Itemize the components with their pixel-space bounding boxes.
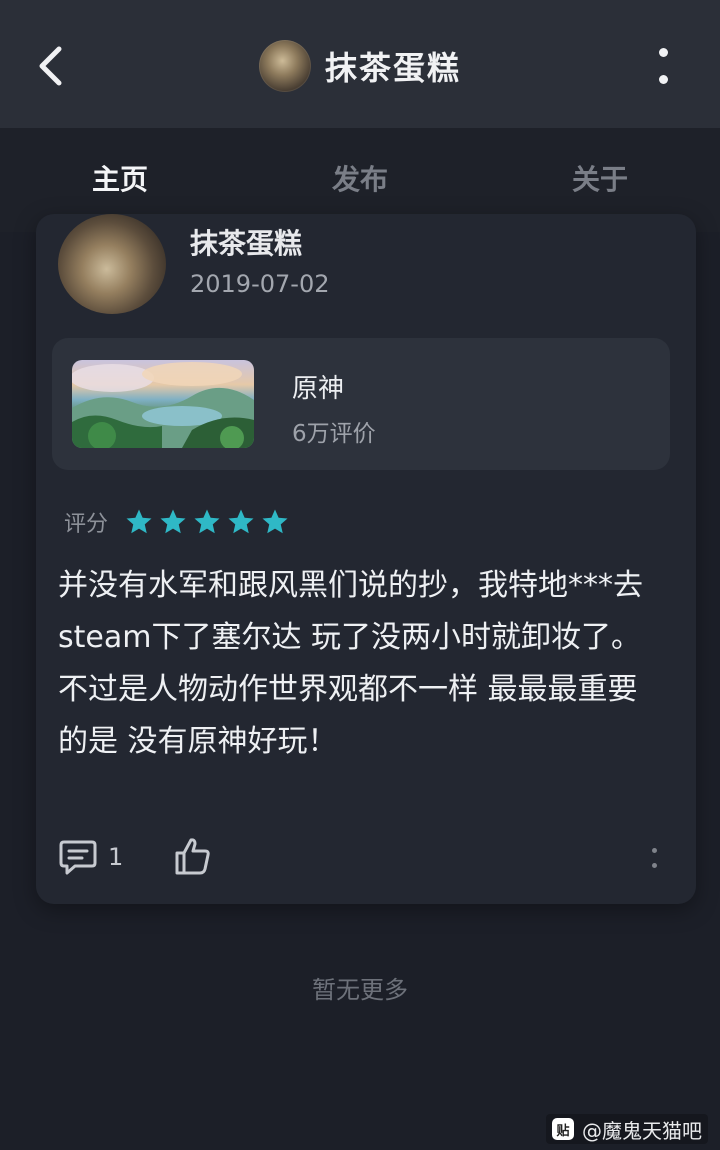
no-more-label: 暂无更多: [312, 976, 408, 1004]
star-icon: [194, 509, 220, 534]
comment-count: 1: [108, 843, 124, 871]
card-more-button[interactable]: [650, 848, 658, 868]
watermark-text: @魔鬼天猫吧: [582, 1118, 702, 1143]
thumbs-up-icon: [175, 838, 210, 875]
author-avatar[interactable]: [58, 214, 166, 314]
rating-label: 评分: [64, 512, 109, 537]
like-button[interactable]: [174, 836, 212, 880]
star-icon: [126, 509, 152, 534]
rating-row: 评分: [64, 506, 290, 538]
comment-button[interactable]: 1: [58, 838, 123, 876]
game-review-count: 6万评价: [292, 421, 376, 447]
page-title: 抹茶蛋糕: [324, 49, 461, 87]
action-bar: 1: [58, 834, 676, 884]
app-screen: 抹茶蛋糕 主页 发布 关于 抹茶蛋糕 2019-07-02 原神 6万评价 评分…: [0, 0, 720, 1150]
author-name[interactable]: 抹茶蛋糕: [190, 222, 302, 262]
watermark: 贴 @魔鬼天猫吧: [546, 1114, 708, 1144]
game-name: 原神: [292, 374, 345, 404]
game-card[interactable]: 原神 6万评价: [52, 338, 670, 470]
more-dot-icon: [658, 48, 668, 57]
more-options-button[interactable]: [650, 44, 676, 88]
more-dot-icon: [651, 863, 657, 868]
landscape-image: [72, 362, 254, 448]
more-dot-icon: [658, 75, 668, 84]
tab-home[interactable]: 主页: [92, 158, 148, 198]
tab-posts[interactable]: 发布: [332, 158, 388, 198]
star-icon: [262, 509, 288, 534]
profile-title: 抹茶蛋糕: [0, 38, 720, 94]
more-dot-icon: [651, 848, 657, 853]
review-text: 并没有水军和跟风黑们说的抄，我特地***去steam下了塞尔达 玩了没两小时就卸…: [58, 568, 643, 759]
game-thumbnail: [72, 360, 254, 448]
review-card[interactable]: 抹茶蛋糕 2019-07-02 原神 6万评价 评分 并没有水军和跟风黑们说的抄…: [36, 214, 696, 904]
comment-icon: [59, 840, 97, 875]
tieba-logo-icon: 贴: [552, 1118, 574, 1140]
star-icon: [228, 509, 254, 534]
star-icon: [160, 509, 186, 534]
tab-about[interactable]: 关于: [572, 158, 628, 198]
top-bar: 抹茶蛋糕: [0, 0, 720, 129]
post-date: 2019-07-02: [190, 270, 330, 298]
avatar[interactable]: [258, 40, 311, 92]
rating-stars: [124, 507, 290, 537]
